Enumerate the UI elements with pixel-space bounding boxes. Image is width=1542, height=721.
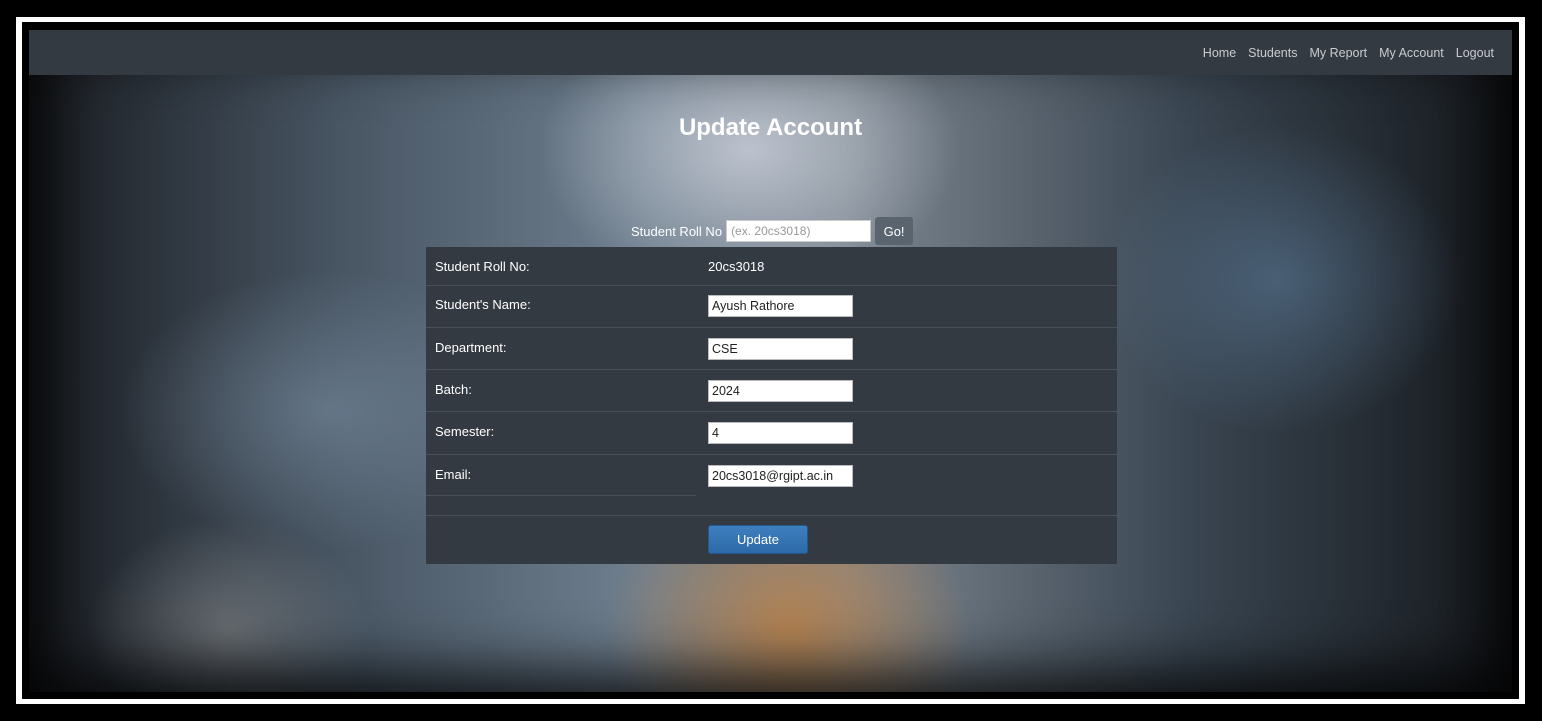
- row-email: Email:: [426, 454, 1117, 497]
- nav-students[interactable]: Students: [1248, 46, 1297, 60]
- row-batch: Batch:: [426, 369, 1117, 412]
- roll-search-bar: Student Roll No Go!: [631, 217, 914, 245]
- nav-logout[interactable]: Logout: [1456, 46, 1494, 60]
- page-title: Update Account: [678, 114, 863, 141]
- email-label: Email:: [435, 467, 472, 482]
- update-button[interactable]: Update: [708, 525, 808, 554]
- go-button[interactable]: Go!: [875, 217, 914, 245]
- roll-search-input[interactable]: [726, 220, 872, 242]
- name-label: Student's Name:: [435, 297, 531, 312]
- row-roll-no: Student Roll No: 20cs3018: [426, 247, 1117, 285]
- batch-field[interactable]: [708, 380, 853, 402]
- semester-field[interactable]: [708, 422, 853, 444]
- department-field[interactable]: [708, 338, 853, 360]
- nav-home[interactable]: Home: [1203, 46, 1236, 60]
- row-divider: [426, 495, 696, 496]
- page-viewport: Home Students My Report My Account Logou…: [29, 30, 1512, 692]
- top-navbar: Home Students My Report My Account Logou…: [29, 30, 1512, 75]
- update-form-panel: Student Roll No: 20cs3018 Student's Name…: [426, 247, 1117, 564]
- nav-my-account[interactable]: My Account: [1379, 46, 1444, 60]
- semester-label: Semester:: [435, 424, 495, 439]
- form-footer-divider: [426, 515, 1117, 516]
- search-label: Student Roll No: [631, 223, 723, 239]
- roll-no-value: 20cs3018: [708, 259, 765, 274]
- row-department: Department:: [426, 327, 1117, 370]
- row-semester: Semester:: [426, 411, 1117, 455]
- roll-no-label: Student Roll No:: [435, 259, 530, 274]
- batch-label: Batch:: [435, 382, 472, 397]
- row-name: Student's Name:: [426, 285, 1117, 328]
- name-field[interactable]: [708, 295, 853, 317]
- email-field[interactable]: [708, 465, 853, 487]
- nav-my-report[interactable]: My Report: [1309, 46, 1367, 60]
- department-label: Department:: [435, 340, 507, 355]
